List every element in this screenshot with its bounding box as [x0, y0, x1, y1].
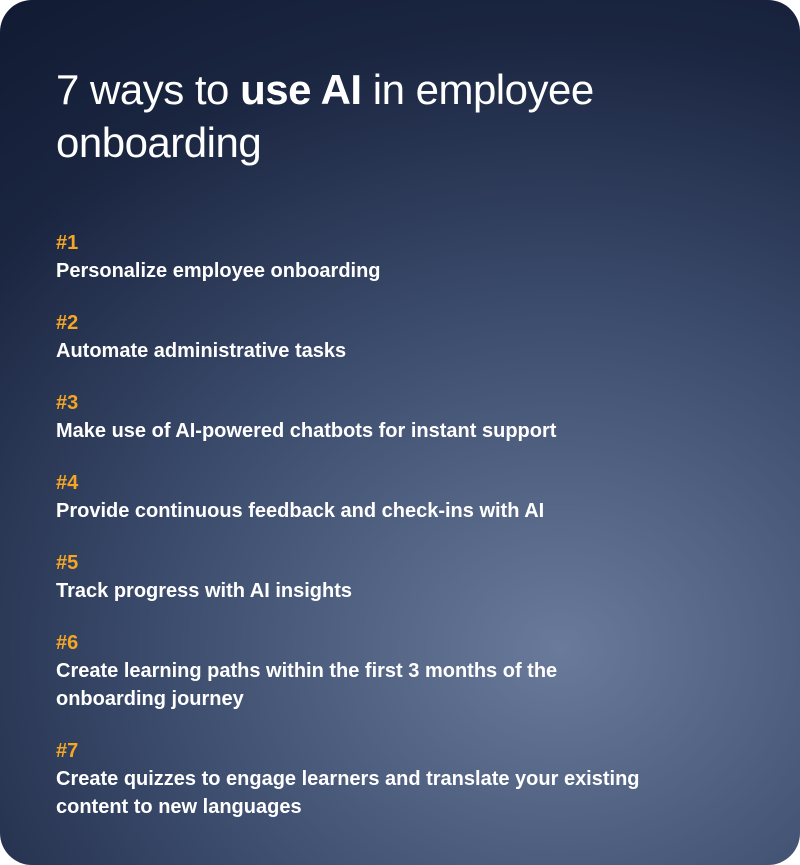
list-item: #7 Create quizzes to engage learners and…	[56, 737, 656, 821]
list-item: #5 Track progress with AI insights	[56, 549, 656, 605]
item-number: #5	[56, 549, 656, 577]
item-number: #2	[56, 309, 656, 337]
item-list: #1 Personalize employee onboarding #2 Au…	[56, 229, 744, 821]
item-number: #1	[56, 229, 656, 257]
item-text: Provide continuous feedback and check-in…	[56, 497, 656, 525]
list-item: #1 Personalize employee onboarding	[56, 229, 656, 285]
card-title: 7 ways to use AI in employee onboarding	[56, 64, 744, 169]
title-pre: 7 ways to	[56, 66, 240, 113]
list-item: #2 Automate administrative tasks	[56, 309, 656, 365]
title-bold: use AI	[240, 66, 361, 113]
item-number: #7	[56, 737, 656, 765]
item-number: #6	[56, 629, 656, 657]
info-card: 7 ways to use AI in employee onboarding …	[0, 0, 800, 865]
item-text: Create learning paths within the first 3…	[56, 657, 656, 713]
item-text: Automate administrative tasks	[56, 337, 656, 365]
item-text: Make use of AI-powered chatbots for inst…	[56, 417, 656, 445]
list-item: #4 Provide continuous feedback and check…	[56, 469, 656, 525]
item-number: #3	[56, 389, 656, 417]
item-text: Track progress with AI insights	[56, 577, 656, 605]
list-item: #6 Create learning paths within the firs…	[56, 629, 656, 713]
list-item: #3 Make use of AI-powered chatbots for i…	[56, 389, 656, 445]
item-number: #4	[56, 469, 656, 497]
item-text: Create quizzes to engage learners and tr…	[56, 765, 656, 821]
item-text: Personalize employee onboarding	[56, 257, 656, 285]
